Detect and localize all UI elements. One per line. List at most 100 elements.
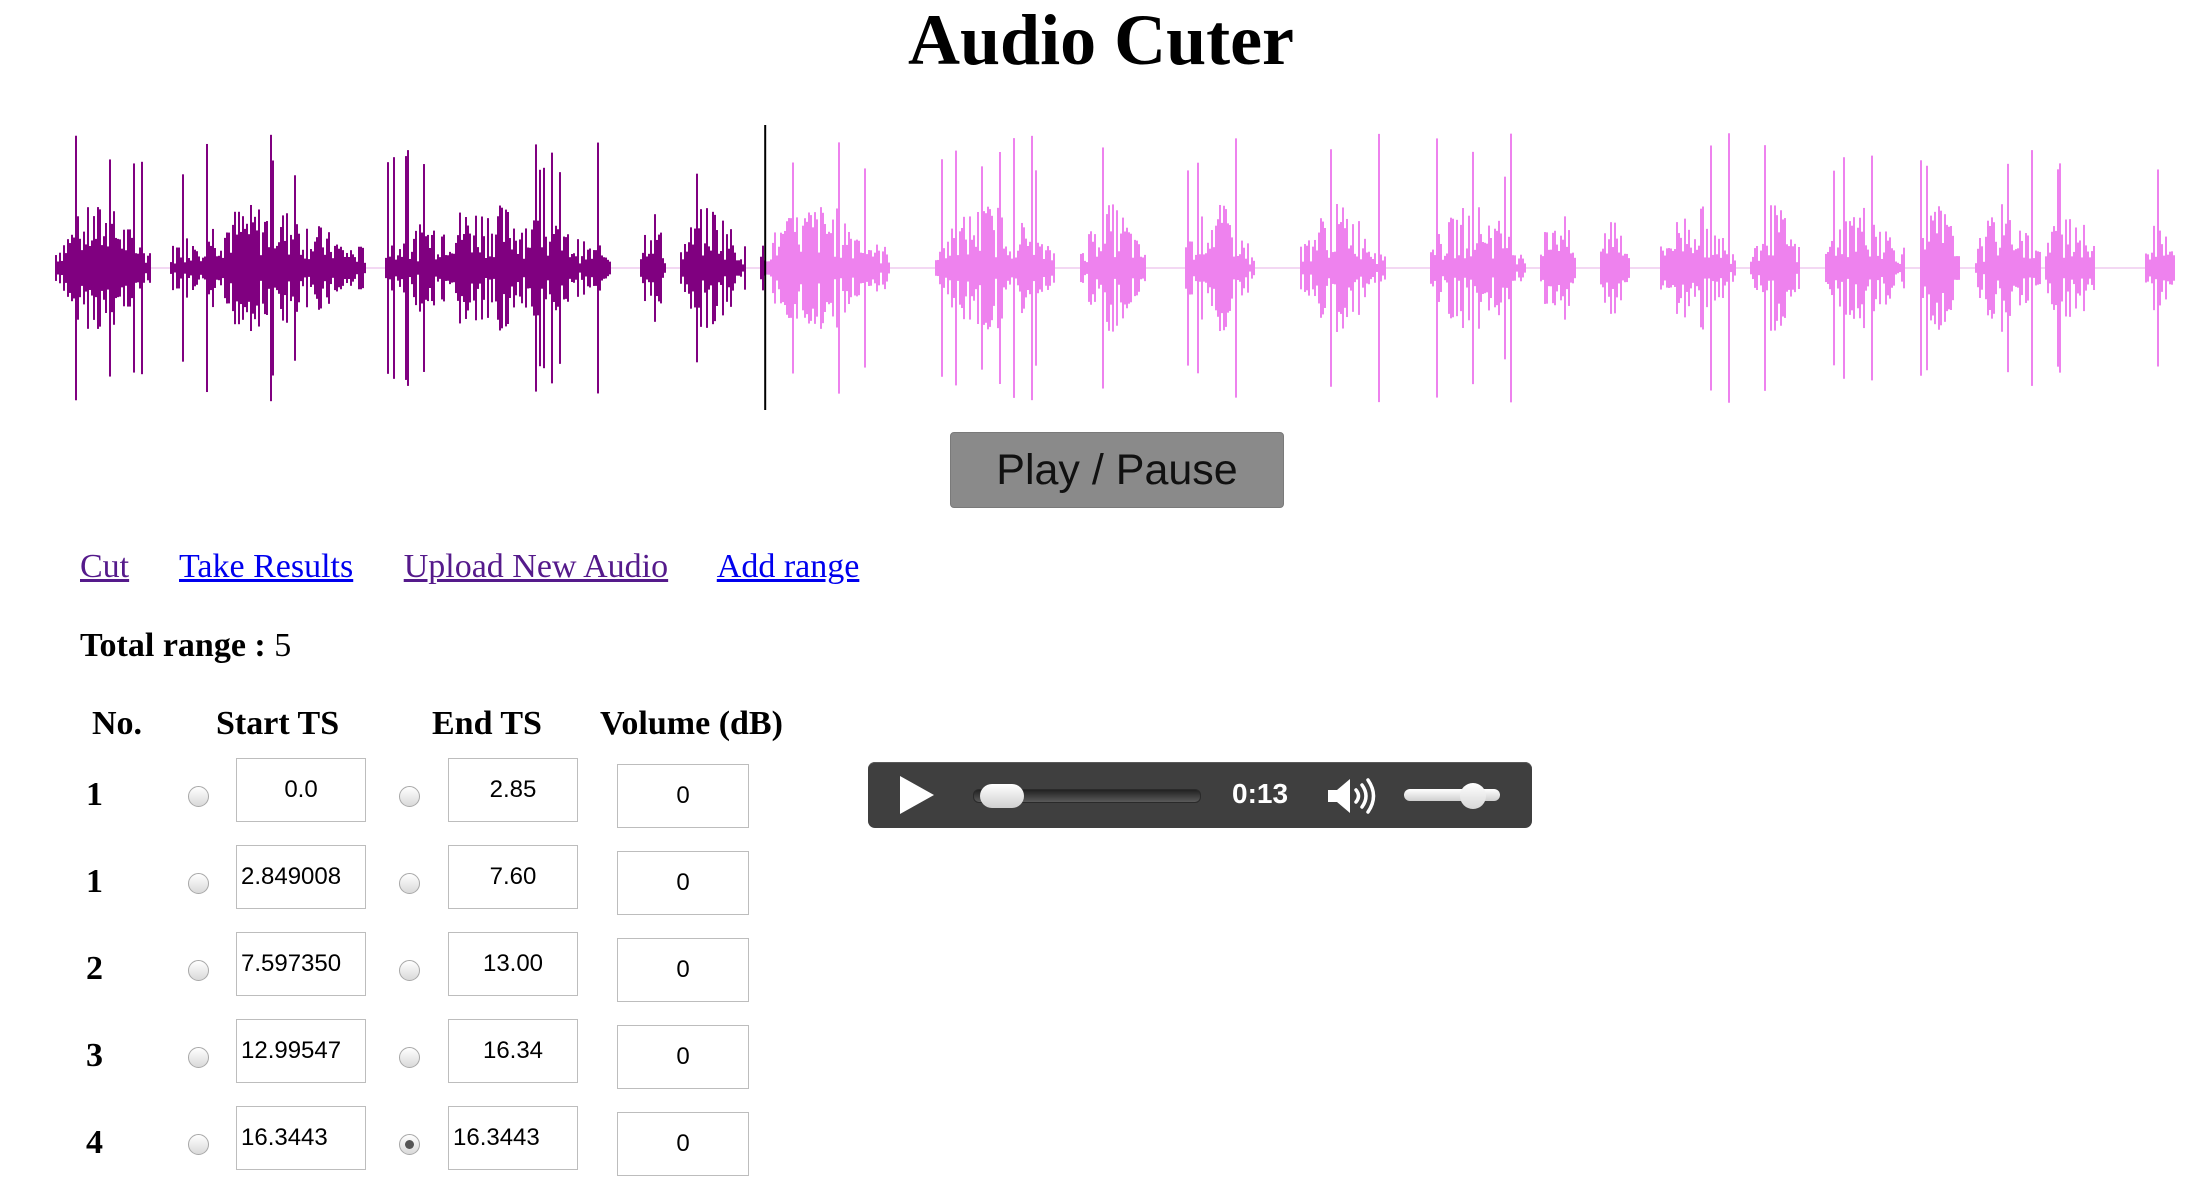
waveform-bar bbox=[1209, 248, 1211, 288]
waveform-bar bbox=[397, 255, 399, 281]
volume-input[interactable]: 0 bbox=[617, 938, 749, 1002]
volume-input[interactable]: 0 bbox=[617, 1112, 749, 1176]
waveform-bar bbox=[1356, 256, 1358, 280]
waveform-bar bbox=[1932, 220, 1934, 316]
waveform-bar bbox=[318, 226, 320, 310]
waveform-bar bbox=[65, 253, 67, 283]
waveform-bar bbox=[808, 212, 810, 324]
waveform-bar bbox=[1456, 219, 1458, 317]
waveform-bar bbox=[1482, 242, 1484, 294]
start-ts-input[interactable]: 12.99547 bbox=[236, 1019, 366, 1083]
start-ts-input[interactable]: 2.849008 bbox=[236, 845, 366, 909]
waveform-bar bbox=[1438, 234, 1440, 302]
waveform-bar bbox=[437, 254, 439, 282]
waveform-bar bbox=[1440, 243, 1442, 293]
waveform-bar bbox=[1764, 145, 1766, 391]
volume-input[interactable]: 0 bbox=[617, 1025, 749, 1089]
waveform-bar bbox=[1138, 244, 1140, 292]
waveform-bar bbox=[286, 213, 288, 323]
end-radio[interactable] bbox=[399, 786, 420, 807]
end-ts-input[interactable]: 16.3443 bbox=[448, 1106, 578, 1170]
play-pause-button[interactable]: Play / Pause bbox=[950, 432, 1284, 508]
player-seek-handle[interactable] bbox=[980, 784, 1025, 808]
waveform-bar bbox=[648, 253, 650, 283]
waveform-bar bbox=[1368, 251, 1370, 285]
end-ts-input[interactable]: 16.34 bbox=[448, 1019, 578, 1083]
waveform-bar bbox=[650, 240, 652, 296]
waveform-bar bbox=[1338, 224, 1340, 312]
start-radio[interactable] bbox=[188, 1047, 209, 1068]
start-radio[interactable] bbox=[188, 873, 209, 894]
waveform-bar bbox=[290, 234, 292, 302]
waveform-bar bbox=[555, 225, 557, 311]
waveform-bar bbox=[1889, 237, 1891, 299]
player-volume-handle[interactable] bbox=[1460, 783, 1486, 809]
waveform-bar bbox=[1494, 228, 1496, 308]
end-radio[interactable] bbox=[399, 1134, 420, 1155]
waveform-bar bbox=[642, 252, 644, 284]
waveform-bar bbox=[786, 221, 788, 315]
player-play-icon[interactable] bbox=[900, 776, 934, 814]
waveform-bar bbox=[680, 252, 682, 284]
waveform-bar bbox=[1324, 228, 1326, 308]
waveform-bar bbox=[1241, 240, 1243, 296]
waveform-bar bbox=[1790, 239, 1792, 297]
end-ts-input[interactable]: 2.85 bbox=[448, 758, 578, 822]
start-radio[interactable] bbox=[188, 960, 209, 981]
waveform-bar bbox=[722, 220, 724, 316]
waveform-bar bbox=[1213, 247, 1215, 289]
end-radio[interactable] bbox=[399, 873, 420, 894]
waveform-bar bbox=[1300, 246, 1302, 290]
waveform-bar bbox=[1510, 133, 1512, 403]
volume-icon[interactable] bbox=[1326, 776, 1382, 816]
waveform-bar bbox=[1229, 225, 1231, 311]
add-range-link[interactable]: Add range bbox=[717, 548, 860, 585]
start-radio[interactable] bbox=[188, 786, 209, 807]
volume-input[interactable]: 0 bbox=[617, 851, 749, 915]
start-ts-input[interactable]: 7.597350 bbox=[236, 932, 366, 996]
waveform[interactable] bbox=[55, 120, 2175, 410]
waveform-bar bbox=[1940, 210, 1942, 326]
start-ts-input[interactable]: 0.0 bbox=[236, 758, 366, 822]
waveform-bar bbox=[348, 256, 350, 280]
upload-new-audio-link[interactable]: Upload New Audio bbox=[404, 548, 668, 585]
waveform-bar bbox=[190, 260, 192, 276]
waveform-bar bbox=[141, 161, 143, 375]
waveform-bar bbox=[860, 252, 862, 284]
cut-link[interactable]: Cut bbox=[80, 548, 129, 585]
column-header-volume: Volume (dB) bbox=[600, 705, 783, 742]
waveform-bar bbox=[463, 234, 465, 302]
waveform-bar bbox=[876, 244, 878, 292]
waveform-bar bbox=[234, 211, 236, 325]
waveform-bar bbox=[1504, 176, 1506, 360]
waveform-bar bbox=[1215, 225, 1217, 311]
waveform-bar bbox=[198, 256, 200, 280]
start-ts-input[interactable]: 16.3443 bbox=[236, 1106, 366, 1170]
waveform-bar bbox=[63, 245, 65, 291]
end-ts-input[interactable]: 7.60 bbox=[448, 845, 578, 909]
end-radio[interactable] bbox=[399, 960, 420, 981]
volume-input[interactable]: 0 bbox=[617, 764, 749, 828]
waveform-bar bbox=[85, 244, 87, 292]
end-ts-input[interactable]: 13.00 bbox=[448, 932, 578, 996]
waveform-bar bbox=[427, 234, 429, 302]
waveform-bar bbox=[1664, 255, 1666, 281]
waveform-bar bbox=[1975, 263, 1977, 273]
start-radio[interactable] bbox=[188, 1134, 209, 1155]
take-results-link[interactable]: Take Results bbox=[179, 548, 353, 585]
waveform-bar bbox=[95, 238, 97, 298]
waveform-bar bbox=[1524, 263, 1526, 273]
waveform-bar bbox=[710, 250, 712, 286]
waveform-bar bbox=[1128, 232, 1130, 304]
waveform-bar bbox=[985, 213, 987, 323]
waveform-bar bbox=[1936, 233, 1938, 303]
end-radio[interactable] bbox=[399, 1047, 420, 1068]
waveform-bar bbox=[423, 164, 425, 372]
waveform-bar bbox=[107, 246, 109, 290]
waveform-bar bbox=[597, 142, 599, 394]
waveform-bar bbox=[314, 241, 316, 295]
waveform-bar bbox=[1344, 228, 1346, 308]
waveform-bar bbox=[182, 174, 184, 362]
waveform-bar bbox=[1466, 248, 1468, 288]
waveform-bar bbox=[1193, 259, 1195, 277]
